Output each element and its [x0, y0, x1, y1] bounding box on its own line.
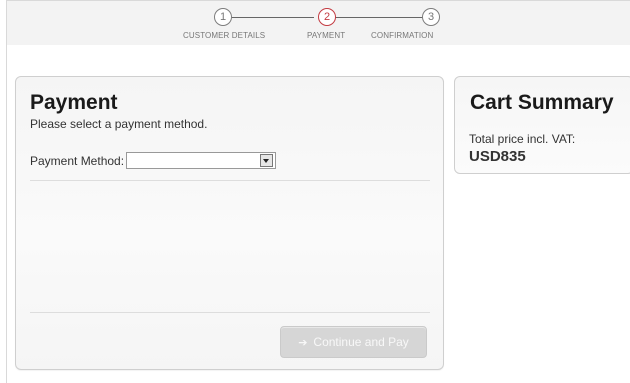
left-border	[0, 0, 7, 383]
cart-summary-title: Cart Summary	[470, 91, 614, 114]
right-arrow-icon: ➔	[298, 337, 308, 349]
payment-panel: Payment Please select a payment method. …	[15, 76, 444, 370]
payment-top-divider	[30, 180, 430, 181]
payment-bottom-divider	[30, 312, 430, 313]
step-3-circle: 3	[422, 8, 440, 26]
step-2-circle: 2	[318, 8, 336, 26]
total-price-label: Total price incl. VAT:	[469, 132, 576, 146]
checkout-stepper: 1 2 3 CUSTOMER DETAILS PAYMENT CONFIRMAT…	[7, 1, 630, 45]
payment-title: Payment	[30, 91, 118, 114]
chevron-down-icon[interactable]	[260, 154, 273, 167]
continue-and-pay-button[interactable]: ➔ Continue and Pay	[280, 326, 427, 358]
step-3-label: CONFIRMATION	[371, 31, 434, 40]
step-2-label: PAYMENT	[307, 31, 346, 40]
payment-instructions: Please select a payment method.	[30, 117, 208, 131]
total-price-value: USD835	[469, 148, 526, 165]
cart-summary-panel: Cart Summary Total price incl. VAT: USD8…	[454, 76, 630, 174]
step-connector-2-3	[334, 17, 423, 18]
continue-and-pay-label: Continue and Pay	[313, 335, 409, 349]
payment-method-select[interactable]	[126, 152, 276, 169]
step-1-label: CUSTOMER DETAILS	[183, 31, 266, 40]
payment-method-label: Payment Method:	[30, 154, 125, 168]
step-1-circle: 1	[214, 8, 232, 26]
step-connector-1-2	[230, 17, 314, 18]
